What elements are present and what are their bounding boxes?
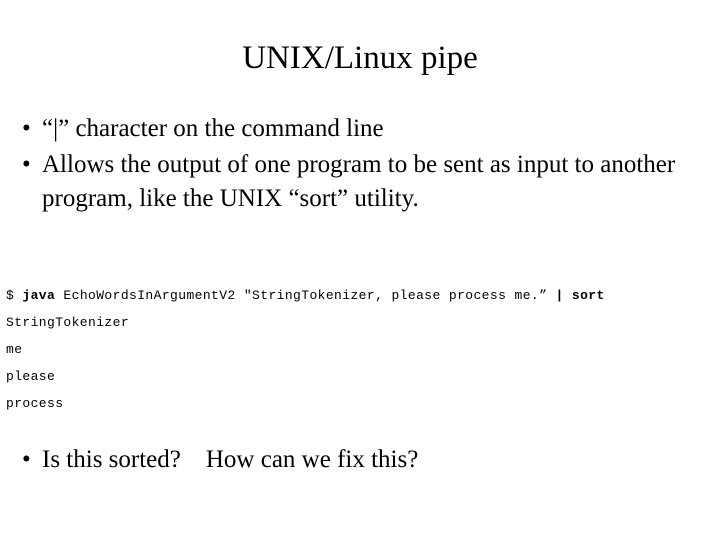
terminal-line: $ java EchoWordsInArgumentV2 "StringToke… [6,282,720,309]
slide-canvas: UNIX/Linux pipe • “|” character on the c… [0,0,720,540]
list-item-text: Is this sorted? How can we fix this? [42,446,419,473]
list-item: • “|” character on the command line [0,112,720,146]
terminal-text: EchoWordsInArgumentV2 "StringTokenizer, … [55,288,556,303]
bullet-marker-icon: • [22,446,31,473]
list-item: • Allows the output of one program to be… [0,148,720,216]
list-item-text: Allows the output of one program to be s… [42,151,682,212]
bullet-list-bottom: • Is this sorted? How can we fix this? [0,443,720,477]
terminal-line: me [6,336,720,363]
terminal-text: me [6,342,23,357]
terminal-text: StringTokenizer [6,315,130,330]
bullet-marker-icon: • [22,115,31,142]
terminal-text-bold: java [22,288,56,303]
terminal-line: please [6,363,720,390]
terminal-transcript: $ java EchoWordsInArgumentV2 "StringToke… [6,282,720,417]
terminal-text: process [6,396,64,411]
terminal-line: process [6,390,720,417]
bullet-list-top: • “|” character on the command line • Al… [0,112,720,216]
terminal-text: $ [6,288,23,303]
terminal-text-bold: sort [571,288,605,303]
terminal-text-bold: | [555,288,564,303]
list-item: • Is this sorted? How can we fix this? [0,443,720,477]
page-title: UNIX/Linux pipe [242,40,478,76]
terminal-line: StringTokenizer [6,309,720,336]
bullet-marker-icon: • [22,151,31,178]
list-item-text: “|” character on the command line [42,115,384,142]
terminal-text: please [6,369,56,384]
